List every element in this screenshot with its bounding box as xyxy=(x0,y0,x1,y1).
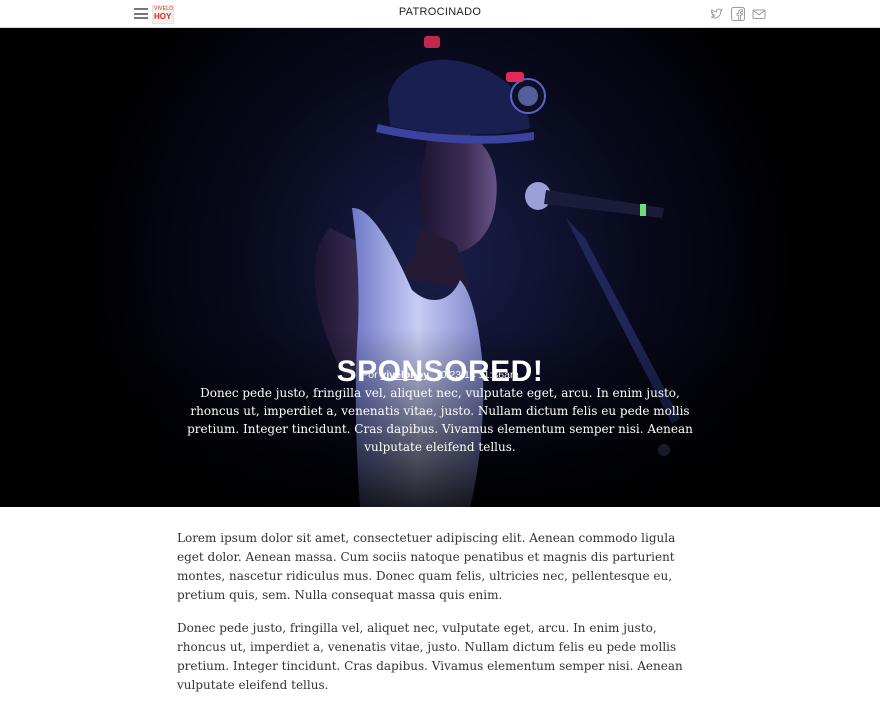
byline: Por vivelohoy 10/23/14 11:36am xyxy=(0,369,880,381)
hero-banner: SPONSORED! Por vivelohoy 10/23/14 11:36a… xyxy=(0,28,880,507)
article-paragraph: Donec pede justo, fringilla vel, aliquet… xyxy=(177,621,683,692)
email-icon[interactable] xyxy=(752,7,766,21)
byline-prefix: Por xyxy=(361,369,378,381)
twitter-icon[interactable] xyxy=(709,7,723,21)
article-paragraph: Lorem ipsum dolor sit amet, consectetuer… xyxy=(177,531,676,602)
facebook-icon[interactable] xyxy=(731,7,745,21)
author-link[interactable]: vivelohoy xyxy=(381,369,429,381)
article-body: Lorem ipsum dolor sit amet, consectetuer… xyxy=(177,529,697,709)
publish-date: 10/23/14 11:36am xyxy=(434,369,519,381)
section-title: PATROCINADO xyxy=(398,6,482,18)
top-bar: VIVELO HOY PATROCINADO xyxy=(0,0,880,28)
article-summary: Donec pede justo, fringilla vel, aliquet… xyxy=(187,386,693,454)
